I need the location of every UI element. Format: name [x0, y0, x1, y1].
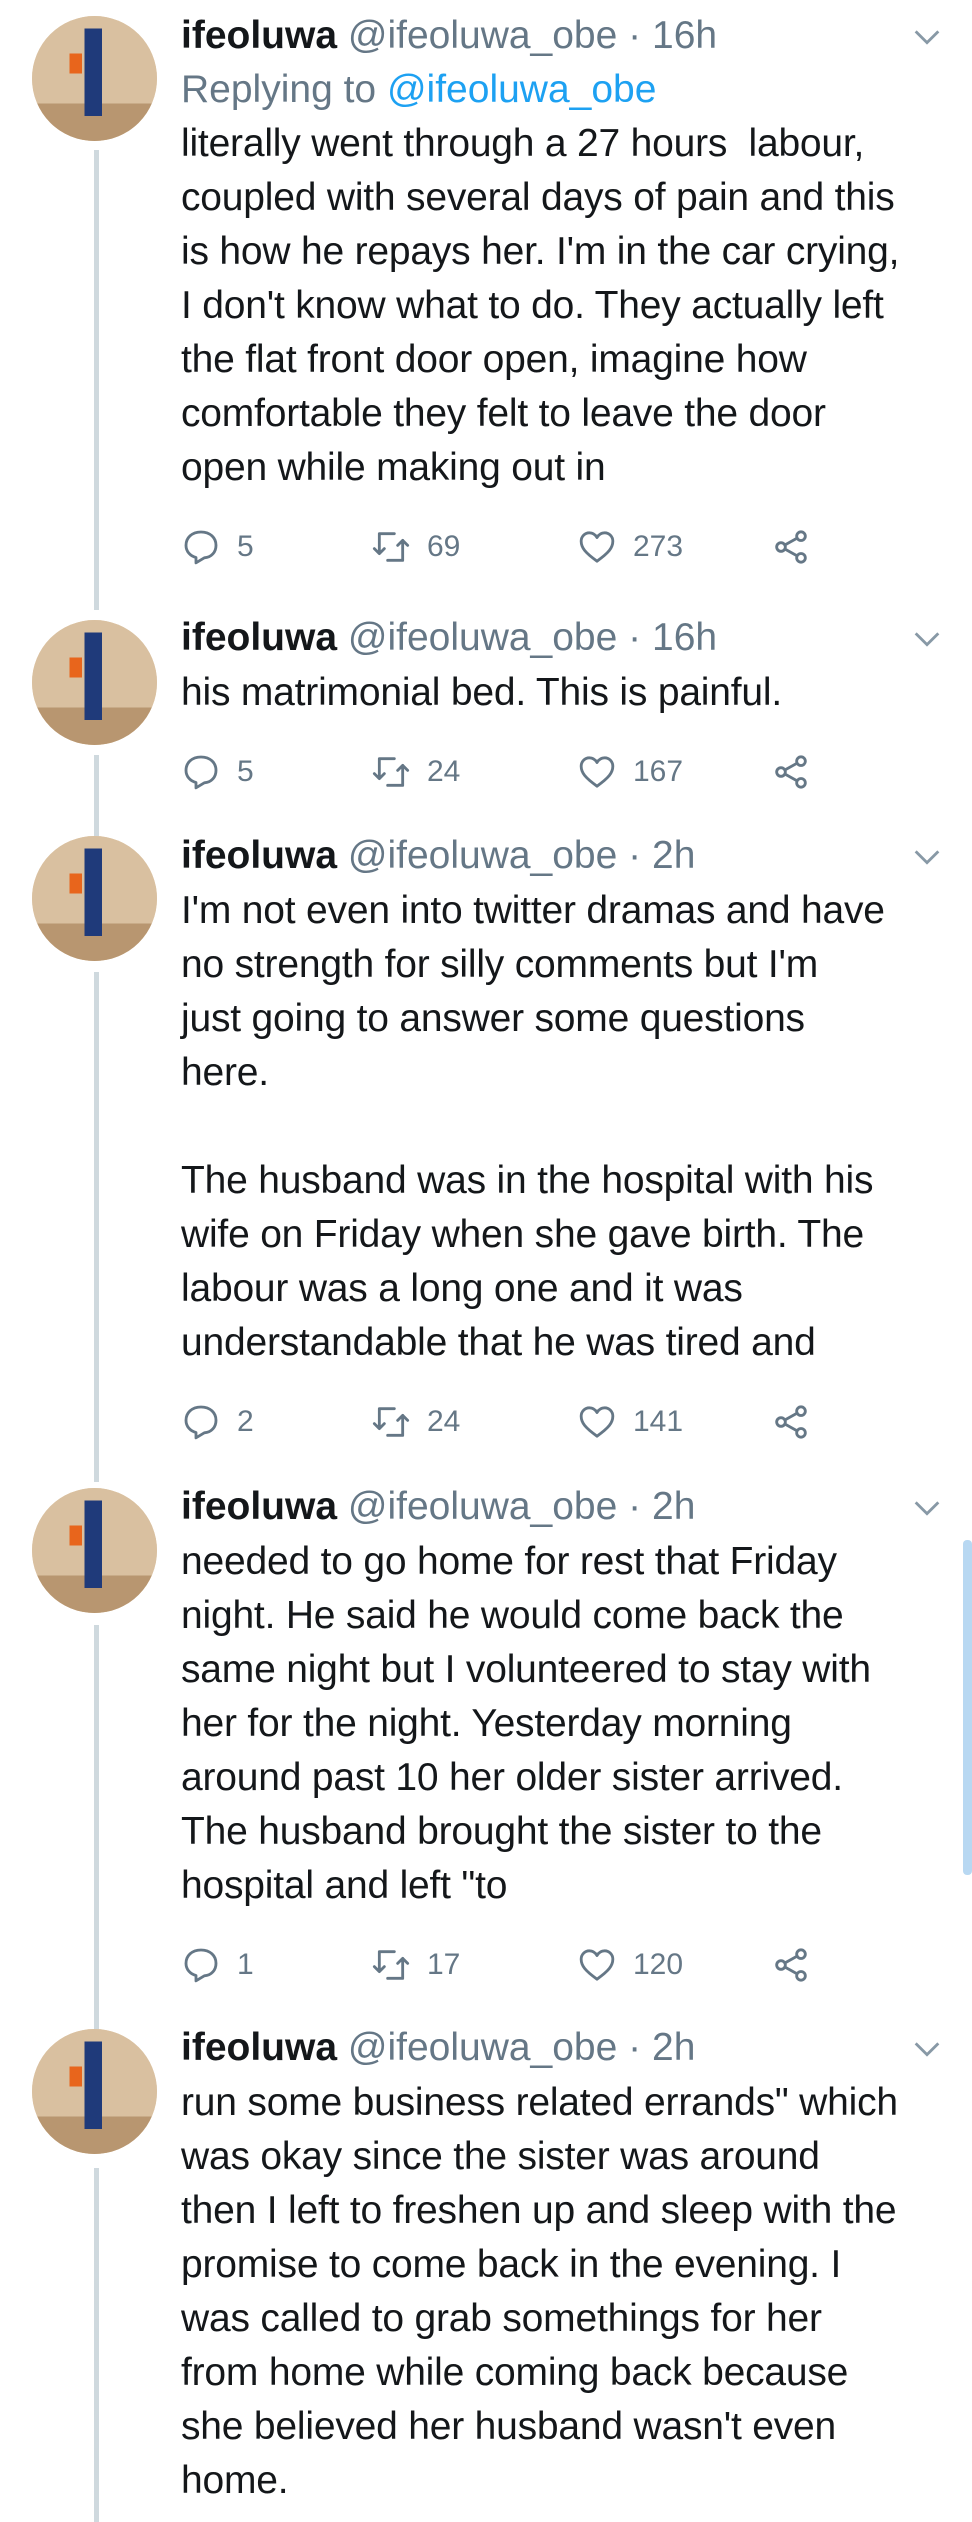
chevron-down-icon[interactable] [910, 622, 944, 656]
chevron-down-icon[interactable] [910, 20, 944, 54]
thread-line [94, 972, 99, 1482]
timestamp[interactable]: 2h [652, 1485, 695, 1528]
author-name[interactable]: ifeoluwa [181, 14, 337, 57]
author-name[interactable]: ifeoluwa [181, 616, 337, 659]
tweet-text: his matrimonial bed. This is painful. [181, 671, 782, 714]
share-button[interactable] [771, 517, 811, 577]
thread-line [94, 1625, 99, 2030]
heart-icon [579, 1949, 615, 1981]
like-count: 273 [633, 530, 684, 563]
retweet-count: 69 [427, 530, 461, 563]
share-icon [775, 755, 807, 789]
separator: · [628, 2026, 642, 2069]
share-icon [775, 1405, 807, 1439]
retweet-icon [372, 532, 410, 562]
author-handle[interactable]: @ifeoluwa_obe [348, 616, 617, 659]
author-handle[interactable]: @ifeoluwa_obe [348, 14, 617, 57]
retweet-icon [372, 1950, 410, 1980]
thread-line [94, 2168, 99, 2522]
author-handle[interactable]: @ifeoluwa_obe [348, 1485, 617, 1528]
timestamp[interactable]: 2h [652, 2026, 695, 2069]
retweet-button[interactable]: 69 [371, 517, 460, 577]
replying-to: Replying to @ifeoluwa_obe [181, 64, 952, 116]
separator: · [628, 14, 642, 57]
like-count: 141 [633, 1405, 684, 1438]
avatar[interactable] [32, 620, 157, 745]
tweet-actions: 5 69 273 [181, 517, 952, 577]
tweet-text: I'm not even into twitter dramas and hav… [181, 889, 885, 1364]
retweet-count: 17 [427, 1948, 461, 1981]
reply-button[interactable]: 5 [181, 742, 254, 802]
share-button[interactable] [771, 1392, 811, 1452]
like-button[interactable]: 167 [577, 742, 683, 802]
replying-handle-link[interactable]: @ifeoluwa_obe [387, 68, 656, 111]
share-button[interactable] [771, 1935, 811, 1995]
thread-line [94, 755, 99, 845]
retweet-icon [372, 757, 410, 787]
timestamp[interactable]: 16h [652, 616, 717, 659]
separator: · [628, 616, 642, 659]
like-count: 120 [633, 1948, 684, 1981]
reply-icon [184, 755, 218, 790]
avatar[interactable] [32, 1488, 157, 1613]
tweet-header: ifeoluwa @ifeoluwa_obe · 2h [181, 1479, 952, 1535]
heart-icon [579, 1406, 615, 1438]
replying-prefix: Replying to [181, 68, 377, 111]
author-name[interactable]: ifeoluwa [181, 834, 337, 877]
like-button[interactable]: 273 [577, 517, 683, 577]
reply-icon [184, 1405, 218, 1440]
reply-button[interactable]: 5 [181, 517, 254, 577]
retweet-icon [372, 1407, 410, 1437]
tweet-text: needed to go home for rest that Friday n… [181, 1540, 871, 1907]
avatar[interactable] [32, 836, 157, 961]
avatar[interactable] [32, 16, 157, 141]
tweet-thread: ifeoluwa @ifeoluwa_obe · 16h Replying to… [0, 0, 972, 2522]
scrollbar[interactable] [963, 1540, 972, 1875]
share-button[interactable] [771, 742, 811, 802]
chevron-down-icon[interactable] [910, 840, 944, 874]
tweet-header: ifeoluwa @ifeoluwa_obe · 2h [181, 2020, 952, 2076]
retweet-button[interactable]: 24 [371, 1392, 460, 1452]
reply-count: 5 [237, 755, 254, 788]
reply-count: 2 [237, 1405, 254, 1438]
heart-icon [579, 756, 615, 788]
reply-icon [184, 530, 218, 565]
reply-count: 1 [237, 1948, 254, 1981]
tweet-actions: 1 17 120 [181, 1935, 952, 1995]
reply-button[interactable]: 1 [181, 1935, 254, 1995]
reply-icon [184, 1948, 218, 1983]
tweet-header: ifeoluwa @ifeoluwa_obe · 2h [181, 828, 952, 884]
retweet-button[interactable]: 17 [371, 1935, 460, 1995]
share-icon [775, 530, 807, 564]
like-button[interactable]: 141 [577, 1392, 683, 1452]
retweet-count: 24 [427, 755, 461, 788]
tweet-text: literally went through a 27 hours labour… [181, 122, 900, 489]
retweet-button[interactable]: 24 [371, 742, 460, 802]
retweet-count: 24 [427, 1405, 461, 1438]
author-name[interactable]: ifeoluwa [181, 1485, 337, 1528]
timestamp[interactable]: 16h [652, 14, 717, 57]
tweet-header: ifeoluwa @ifeoluwa_obe · 16h [181, 8, 952, 64]
separator: · [628, 834, 642, 877]
chevron-down-icon[interactable] [910, 1491, 944, 1525]
author-name[interactable]: ifeoluwa [181, 2026, 337, 2069]
separator: · [628, 1485, 642, 1528]
author-handle[interactable]: @ifeoluwa_obe [348, 834, 617, 877]
chevron-down-icon[interactable] [910, 2032, 944, 2066]
reply-count: 5 [237, 530, 254, 563]
thread-line [94, 150, 99, 610]
author-handle[interactable]: @ifeoluwa_obe [348, 2026, 617, 2069]
like-button[interactable]: 120 [577, 1935, 683, 1995]
tweet-header: ifeoluwa @ifeoluwa_obe · 16h [181, 610, 952, 666]
share-icon [775, 1948, 807, 1982]
like-count: 167 [633, 755, 684, 788]
tweet-text: run some business related errands" which… [181, 2081, 898, 2502]
tweet-actions: 5 24 167 [181, 742, 952, 802]
avatar[interactable] [32, 2029, 157, 2154]
tweet-actions: 2 24 141 [181, 1392, 952, 1452]
timestamp[interactable]: 2h [652, 834, 695, 877]
heart-icon [579, 531, 615, 563]
reply-button[interactable]: 2 [181, 1392, 254, 1452]
